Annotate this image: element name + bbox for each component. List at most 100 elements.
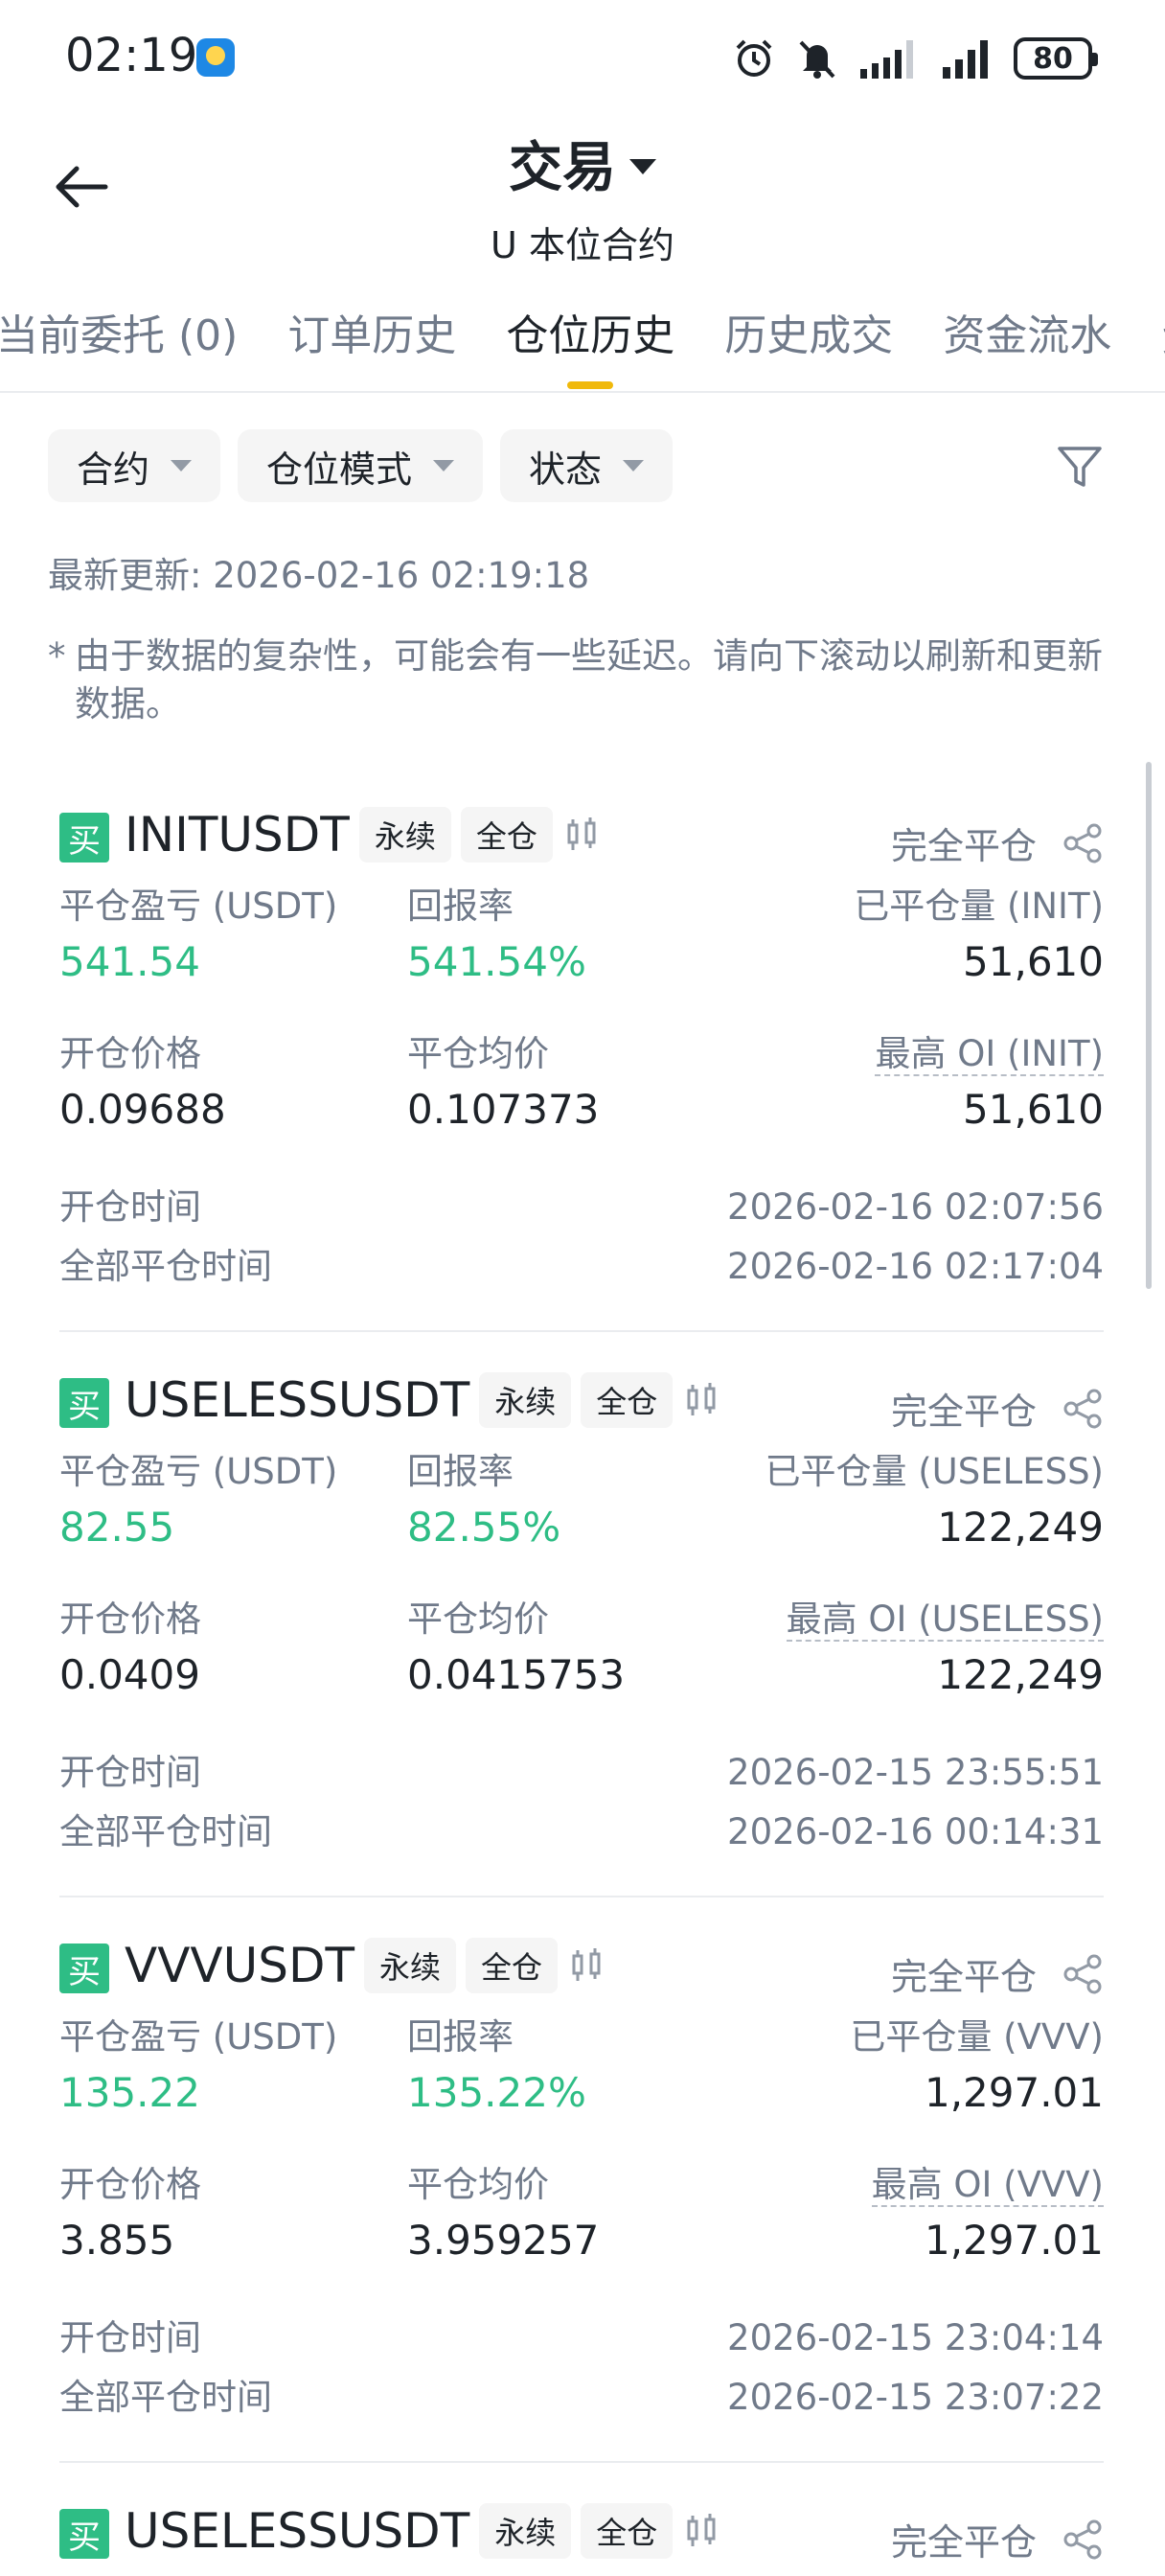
signal-icon bbox=[860, 40, 913, 79]
closed-qty-label: 已平仓量 (USELESS) bbox=[765, 1451, 1104, 1492]
open-time-label: 开仓时间 bbox=[59, 1752, 201, 1793]
max-oi-label[interactable]: 最高 OI (USELESS) bbox=[786, 1598, 1104, 1642]
open-price-value: 3.855 bbox=[59, 2217, 175, 2264]
position-card[interactable]: 买 USELESSUSDT 永续 全仓 完全平仓 平仓盈亏 (USDT) 82.5… bbox=[59, 1368, 1104, 1865]
symbol-name[interactable]: USELESSUSDT bbox=[125, 2503, 469, 2559]
open-time-value: 2026-02-15 23:55:51 bbox=[727, 1752, 1104, 1793]
signal-icon bbox=[943, 40, 988, 79]
share-icon[interactable] bbox=[1062, 822, 1104, 864]
filter-status-label: 状态 bbox=[529, 448, 603, 491]
filter-position-mode-label: 仓位模式 bbox=[266, 448, 413, 491]
close-avg-value: 3.959257 bbox=[407, 2217, 600, 2264]
candlestick-chart-icon[interactable] bbox=[567, 1946, 605, 1985]
candlestick-chart-icon[interactable] bbox=[682, 1381, 720, 1419]
symbol-name[interactable]: VVVUSDT bbox=[125, 1938, 354, 1993]
delay-note: * 由于数据的复杂性，可能会有一些延迟。请向下滚动以刷新和更新数据。 bbox=[48, 632, 1111, 728]
pnl-label: 平仓盈亏 (USDT) bbox=[59, 1451, 338, 1492]
pnl-label: 平仓盈亏 (USDT) bbox=[59, 2016, 338, 2058]
position-card-header: 买 USELESSUSDT 永续 全仓 完全平仓 bbox=[59, 1368, 1104, 1436]
roi-label: 回报率 bbox=[407, 2016, 514, 2058]
share-icon[interactable] bbox=[1062, 1388, 1104, 1430]
open-price-value: 0.0409 bbox=[59, 1651, 200, 1698]
closed-qty-label: 已平仓量 (VVV) bbox=[850, 2016, 1104, 2058]
tab-order-history[interactable]: 订单历史 bbox=[287, 301, 456, 389]
card-divider bbox=[59, 1330, 1104, 1332]
tab-position-history[interactable]: 仓位历史 bbox=[506, 301, 674, 389]
close-time-value: 2026-02-15 23:07:22 bbox=[727, 2377, 1104, 2418]
max-oi-value: 122,249 bbox=[937, 1651, 1104, 1698]
position-card[interactable]: 买 VVVUSDT 永续 全仓 完全平仓 平仓盈亏 (USDT) 135.22 回… bbox=[59, 1934, 1104, 2430]
status-time: 02:19 bbox=[65, 29, 198, 82]
cross-margin-tag: 全仓 bbox=[460, 807, 553, 862]
perpetual-tag: 永续 bbox=[358, 807, 451, 862]
filter-contract[interactable]: 合约 bbox=[48, 429, 221, 502]
caret-down-icon bbox=[433, 460, 455, 472]
pnl-label: 平仓盈亏 (USDT) bbox=[59, 886, 338, 927]
open-time-label: 开仓时间 bbox=[59, 1186, 201, 1228]
scrollbar[interactable] bbox=[1146, 762, 1152, 1289]
share-icon[interactable] bbox=[1062, 2518, 1104, 2561]
close-time-label: 全部平仓时间 bbox=[59, 1246, 272, 1287]
position-card[interactable]: 买 INITUSDT 永续 全仓 完全平仓 平仓盈亏 (USDT) 541.54 … bbox=[59, 803, 1104, 1300]
max-oi-label[interactable]: 最高 OI (INIT) bbox=[875, 1033, 1104, 1076]
max-oi-value: 51,610 bbox=[963, 1086, 1104, 1133]
last-updated: 最新更新: 2026-02-16 02:19:18 bbox=[48, 555, 590, 596]
side-badge: 买 bbox=[59, 1378, 109, 1428]
filter-contract-label: 合约 bbox=[77, 448, 150, 491]
close-avg-value: 0.0415753 bbox=[407, 1651, 626, 1698]
note-text: 由于数据的复杂性，可能会有一些延迟。请向下滚动以刷新和更新数据。 bbox=[75, 635, 1103, 724]
position-card-header: 买 VVVUSDT 永续 全仓 完全平仓 bbox=[59, 1934, 1104, 2001]
close-status: 完全平仓 bbox=[890, 825, 1037, 867]
pnl-value: 82.55 bbox=[59, 1504, 175, 1551]
tab-fund-flow[interactable]: 资金流水 bbox=[943, 301, 1111, 389]
candlestick-chart-icon[interactable] bbox=[562, 816, 601, 854]
history-tabs: 当前委托 (0) 订单历史 仓位历史 历史成交 资金流水 资 bbox=[0, 288, 1165, 393]
tab-open-orders[interactable]: 当前委托 (0) bbox=[0, 301, 238, 389]
closed-qty-label: 已平仓量 (INIT) bbox=[854, 886, 1104, 927]
cross-margin-tag: 全仓 bbox=[581, 2503, 674, 2559]
weather-app-icon bbox=[196, 38, 235, 77]
open-price-label: 开仓价格 bbox=[59, 2164, 201, 2205]
filter-position-mode[interactable]: 仓位模式 bbox=[238, 429, 484, 502]
close-avg-label: 平仓均价 bbox=[407, 1033, 549, 1074]
candlestick-chart-icon[interactable] bbox=[682, 2512, 720, 2550]
header-title-block: 交易 U 本位合约 bbox=[0, 125, 1165, 268]
tab-trade-history[interactable]: 历史成交 bbox=[724, 301, 893, 389]
filter-funnel-icon[interactable] bbox=[1054, 441, 1106, 493]
perpetual-tag: 永续 bbox=[479, 2503, 572, 2559]
open-time-label: 开仓时间 bbox=[59, 2317, 201, 2358]
close-avg-label: 平仓均价 bbox=[407, 2164, 549, 2205]
symbol-name[interactable]: USELESSUSDT bbox=[125, 1372, 469, 1428]
position-card-header: 买 USELESSUSDT 永续 全仓 完全平仓 bbox=[59, 2499, 1104, 2566]
symbol-name[interactable]: INITUSDT bbox=[125, 807, 350, 862]
roi-label: 回报率 bbox=[407, 1451, 514, 1492]
open-price-label: 开仓价格 bbox=[59, 1598, 201, 1640]
side-badge: 买 bbox=[59, 813, 109, 862]
closed-qty-value: 122,249 bbox=[937, 1504, 1104, 1551]
close-status: 完全平仓 bbox=[890, 1956, 1037, 1998]
open-time-value: 2026-02-16 02:07:56 bbox=[727, 1186, 1104, 1228]
closed-qty-value: 1,297.01 bbox=[924, 2069, 1104, 2116]
battery-level: 80 bbox=[1033, 41, 1073, 76]
battery-icon: 80 bbox=[1014, 37, 1098, 80]
mute-icon bbox=[799, 40, 835, 79]
position-card[interactable]: 买 USELESSUSDT 永续 全仓 完全平仓 bbox=[59, 2499, 1104, 2566]
close-avg-label: 平仓均价 bbox=[407, 1598, 549, 1640]
roi-value: 541.54% bbox=[407, 938, 586, 985]
header: 交易 U 本位合约 bbox=[0, 115, 1165, 278]
filter-bar: 合约 仓位模式 状态 bbox=[48, 429, 674, 502]
closed-qty-value: 51,610 bbox=[963, 938, 1104, 985]
roi-value: 82.55% bbox=[407, 1504, 561, 1551]
page-title: 交易 bbox=[509, 137, 616, 199]
position-card-header: 买 INITUSDT 永续 全仓 完全平仓 bbox=[59, 803, 1104, 870]
max-oi-value: 1,297.01 bbox=[924, 2217, 1104, 2264]
close-time-label: 全部平仓时间 bbox=[59, 2377, 272, 2418]
title-dropdown[interactable]: 交易 bbox=[509, 125, 656, 202]
filter-status[interactable]: 状态 bbox=[500, 429, 674, 502]
status-icons: 80 bbox=[732, 34, 1098, 82]
share-icon[interactable] bbox=[1062, 1953, 1104, 1995]
open-time-value: 2026-02-15 23:04:14 bbox=[727, 2317, 1104, 2358]
close-status: 完全平仓 bbox=[890, 2521, 1037, 2564]
tab-more[interactable]: 资 bbox=[1161, 301, 1165, 389]
max-oi-label[interactable]: 最高 OI (VVV) bbox=[871, 2164, 1104, 2207]
